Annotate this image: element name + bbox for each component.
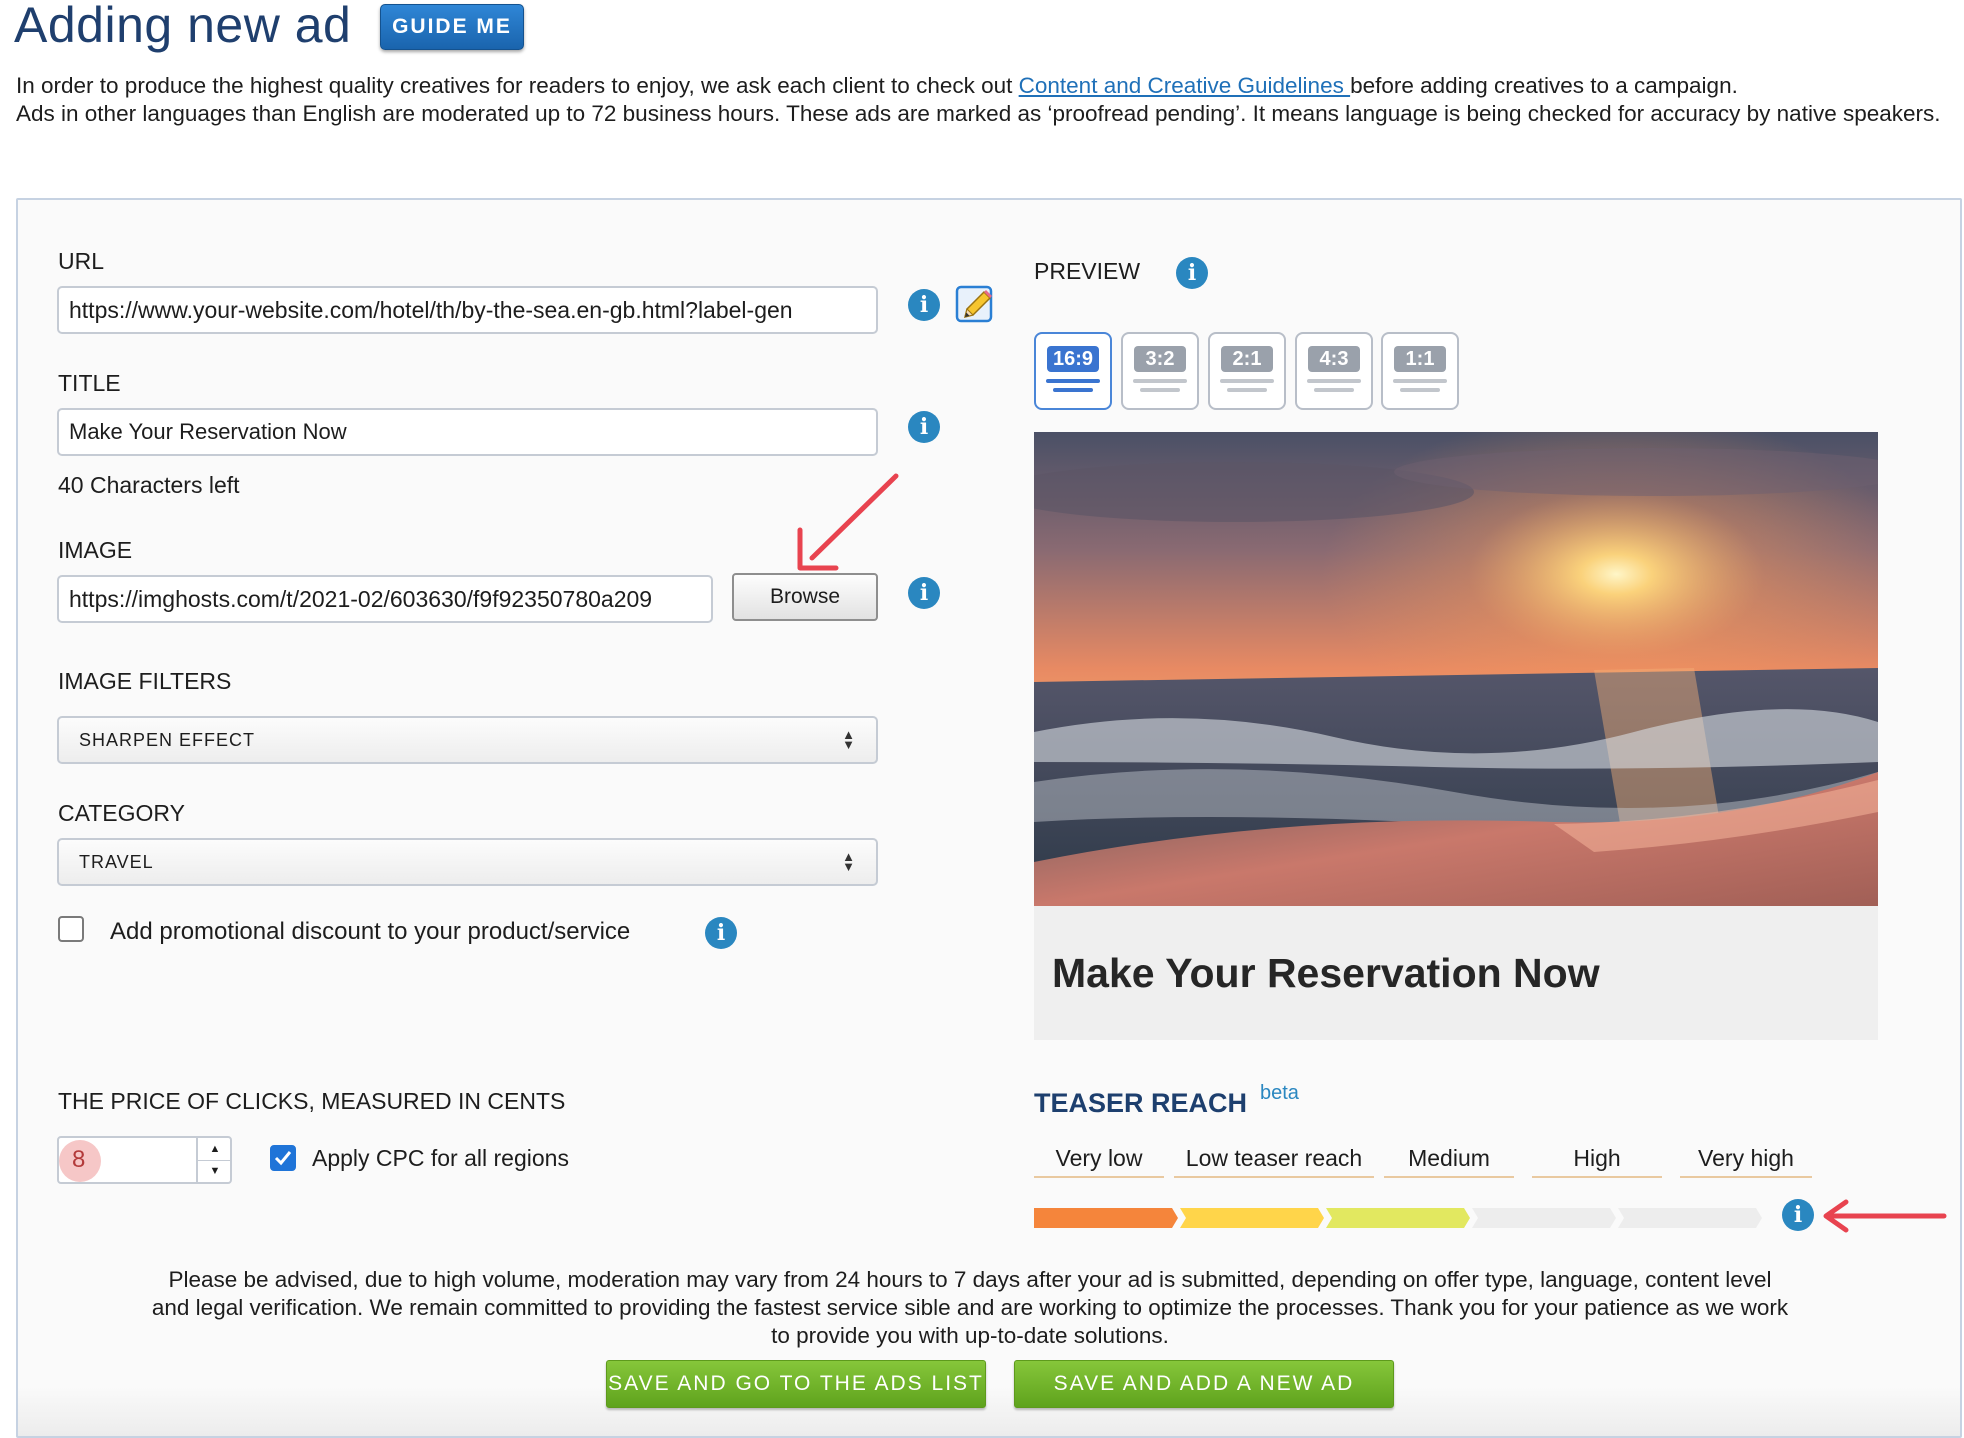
intro-text: In order to produce the highest quality … <box>16 72 1961 128</box>
url-info-icon[interactable]: i <box>908 289 940 321</box>
stepper-up-icon[interactable]: ▲ <box>198 1138 232 1161</box>
ratio-button-1-1[interactable]: 1:1 <box>1381 332 1459 410</box>
title-value: Make Your Reservation Now <box>69 419 347 444</box>
title-label: TITLE <box>58 370 121 396</box>
image-label: IMAGE <box>58 537 133 563</box>
stepper-down-icon[interactable]: ▼ <box>198 1161 232 1183</box>
promo-label: Add promotional discount to your product… <box>110 918 631 945</box>
browse-button[interactable]: Browse <box>732 573 878 621</box>
arrow-annotation <box>797 473 899 571</box>
image-info-icon[interactable]: i <box>908 577 940 609</box>
cpc-checkbox[interactable] <box>270 1145 296 1171</box>
ratio-line <box>1307 379 1361 383</box>
price-label: THE PRICE OF CLICKS, MEASURED IN CENTS <box>58 1088 566 1114</box>
reach-level-high: High <box>1532 1140 1662 1178</box>
ratio-line <box>1140 388 1180 392</box>
ratio-line <box>1393 379 1447 383</box>
reach-segment-2 <box>1180 1208 1324 1228</box>
save-add-new-button[interactable]: SAVE AND ADD A NEW AD <box>1014 1360 1394 1408</box>
ratio-line <box>1400 388 1440 392</box>
stepper-buttons: ▲ ▼ <box>196 1138 232 1182</box>
url-input[interactable]: https://www.your-website.com/hotel/th/by… <box>57 286 878 334</box>
ratio-line <box>1133 379 1187 383</box>
cpc-label: Apply CPC for all regions <box>312 1145 569 1171</box>
preview-image <box>1034 432 1878 906</box>
preview-ad-title: Make Your Reservation Now <box>1034 906 1878 1040</box>
save-go-to-list-button[interactable]: SAVE AND GO TO THE ADS LIST <box>606 1360 986 1408</box>
preview-info-icon[interactable]: i <box>1176 257 1208 289</box>
category-select[interactable]: TRAVEL ▲ ▼ <box>57 838 878 886</box>
reach-level-very-low: Very low <box>1034 1140 1164 1178</box>
reach-segment-1 <box>1034 1208 1178 1228</box>
reach-bar <box>1034 1208 1762 1228</box>
url-label: URL <box>58 248 105 274</box>
ratio-label: 2:1 <box>1221 346 1273 372</box>
select-arrows-icon: ▲ ▼ <box>842 849 856 874</box>
ratio-line <box>1227 388 1267 392</box>
image-filters-label: IMAGE FILTERS <box>58 668 232 694</box>
price-stepper[interactable]: 8 ▲ ▼ <box>57 1136 232 1184</box>
page-title: Adding new ad <box>14 0 352 53</box>
category-label: CATEGORY <box>58 800 185 826</box>
pencil-icon[interactable] <box>954 284 996 326</box>
ratio-label: 16:9 <box>1047 346 1099 372</box>
preview-label: PREVIEW <box>1034 258 1141 284</box>
teaser-reach-title: TEASER REACH <box>1034 1088 1248 1118</box>
ratio-button-16-9[interactable]: 16:9 <box>1034 332 1112 410</box>
promo-checkbox[interactable] <box>58 916 84 942</box>
reach-info-icon[interactable]: i <box>1782 1199 1814 1231</box>
ratio-button-2-1[interactable]: 2:1 <box>1208 332 1286 410</box>
image-url-input[interactable]: https://imghosts.com/t/2021-02/603630/f9… <box>57 575 713 623</box>
category-value: TRAVEL <box>79 851 154 872</box>
image-filters-select[interactable]: SHARPEN EFFECT ▲ ▼ <box>57 716 878 764</box>
reach-level-medium: Medium <box>1384 1140 1514 1178</box>
ratio-line <box>1220 379 1274 383</box>
reach-segment-3 <box>1326 1208 1470 1228</box>
image-filters-value: SHARPEN EFFECT <box>79 729 256 750</box>
promo-info-icon[interactable]: i <box>705 917 737 949</box>
ratio-button-4-3[interactable]: 4:3 <box>1295 332 1373 410</box>
price-value: 8 <box>72 1146 86 1173</box>
reach-segment-4 <box>1472 1208 1616 1228</box>
title-info-icon[interactable]: i <box>908 411 940 443</box>
reach-level-very-high: Very high <box>1680 1140 1812 1178</box>
guidelines-link[interactable]: Content and Creative Guidelines <box>1019 73 1350 98</box>
reach-level-low: Low teaser reach <box>1174 1140 1374 1178</box>
beta-badge: beta <box>1260 1082 1299 1104</box>
url-value: https://www.your-website.com/hotel/th/by… <box>69 296 793 323</box>
ratio-label: 1:1 <box>1394 346 1446 372</box>
ratio-line <box>1314 388 1354 392</box>
intro-moderation-note: Ads in other languages than English are … <box>16 101 1941 126</box>
chars-left-text: 40 Characters left <box>58 472 240 498</box>
intro-before-link: In order to produce the highest quality … <box>16 73 1019 98</box>
moderation-notice: Please be advised, due to high volume, m… <box>151 1267 1789 1348</box>
intro-after-link: before adding creatives to a campaign. <box>1350 73 1738 98</box>
checkmark-icon <box>274 1151 292 1166</box>
ratio-button-3-2[interactable]: 3:2 <box>1121 332 1199 410</box>
ratio-line <box>1053 388 1093 392</box>
ratio-line <box>1046 379 1100 383</box>
reach-segment-5 <box>1618 1208 1762 1228</box>
ratio-label: 3:2 <box>1134 346 1186 372</box>
arrow-annotation <box>1823 1199 1947 1233</box>
select-arrows-icon: ▲ ▼ <box>842 727 856 752</box>
title-input[interactable]: Make Your Reservation Now <box>57 408 878 456</box>
ratio-label: 4:3 <box>1308 346 1360 372</box>
guide-me-button[interactable]: GUIDE ME <box>380 4 524 50</box>
image-url-value: https://imghosts.com/t/2021-02/603630/f9… <box>69 585 653 612</box>
